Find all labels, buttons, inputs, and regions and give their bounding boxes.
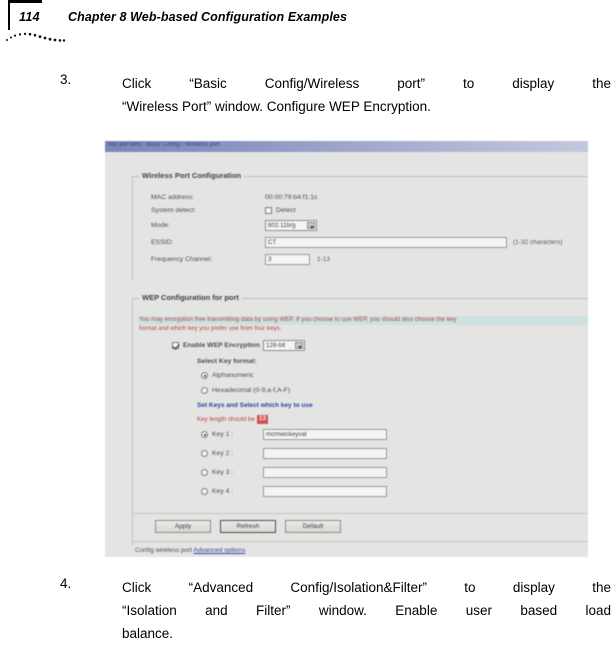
mac-address-label: MAC address: bbox=[151, 194, 195, 201]
chevron-down-icon[interactable] bbox=[307, 222, 315, 229]
step-3-body: Click “Basic Config/Wireless port” to di… bbox=[122, 72, 611, 118]
wep-description-line-1: You may encryption free transmitting dat… bbox=[139, 316, 457, 323]
key-length-note: Key length should be bbox=[197, 416, 255, 423]
system-detect-label: System detect: bbox=[151, 207, 196, 214]
refresh-button[interactable]: Refresh bbox=[220, 520, 276, 533]
step-3-number: 3. bbox=[60, 72, 72, 87]
page-number: 114 bbox=[19, 10, 40, 24]
decorative-dot-arc bbox=[6, 32, 66, 42]
footer-separator bbox=[132, 541, 588, 542]
step-4-line-1: Click “Advanced Config/Isolation&Filter”… bbox=[122, 580, 611, 595]
screenshot-content: Wireless Port Configuration MAC address:… bbox=[105, 152, 588, 557]
header-rule bbox=[8, 0, 42, 3]
breadcrumb-bar: You are here : Basic Config / Wireless p… bbox=[105, 141, 588, 152]
key-2-label: Key 2 : bbox=[212, 450, 234, 457]
select-key-format-label: Select Key format: bbox=[197, 358, 257, 365]
wep-panel-legend: WEP Configuration for port bbox=[139, 293, 242, 302]
essid-label: ESSID: bbox=[151, 239, 174, 246]
step-4-number: 4. bbox=[60, 576, 72, 591]
frequency-channel-label: Frequency Channel: bbox=[151, 256, 213, 263]
key-2-input[interactable] bbox=[263, 448, 387, 459]
default-button[interactable]: Default bbox=[285, 520, 341, 533]
enable-wep-label: Enable WEP Encryption bbox=[183, 342, 260, 349]
essid-input[interactable]: CT bbox=[265, 237, 507, 248]
essid-hint: (1-32 characters) bbox=[513, 239, 563, 246]
mode-select[interactable]: 802.11b/g bbox=[265, 220, 317, 231]
enable-wep-checkbox[interactable] bbox=[172, 342, 179, 349]
frequency-channel-value: 3 bbox=[268, 256, 272, 263]
header-left-bar bbox=[8, 0, 10, 30]
key-2-radio[interactable] bbox=[201, 450, 208, 457]
wep-panel-border-left bbox=[132, 298, 133, 545]
step-3-line-2: “Wireless Port” window. Configure WEP En… bbox=[122, 99, 431, 114]
step-4: 4. Click “Advanced Config/Isolation&Filt… bbox=[60, 576, 611, 645]
wep-strength-select[interactable]: 128-bit bbox=[263, 340, 305, 351]
key-format-alphanumeric-radio[interactable] bbox=[201, 372, 208, 379]
chevron-down-icon[interactable] bbox=[295, 342, 303, 349]
mac-address-value: 00:00:79:b4:f1:1c bbox=[265, 194, 318, 201]
buttons-separator bbox=[132, 513, 588, 514]
breadcrumb: You are here : Basic Config / Wireless p… bbox=[107, 142, 220, 148]
key-1-input[interactable]: mcmwickeyval bbox=[263, 429, 387, 440]
apply-button[interactable]: Apply bbox=[155, 520, 211, 533]
chapter-title: Chapter 8 Web-based Configuration Exampl… bbox=[68, 10, 348, 24]
frequency-channel-input[interactable]: 3 bbox=[265, 254, 310, 265]
key-1-label: Key 1 : bbox=[212, 431, 234, 438]
key-length-value: 13 bbox=[257, 415, 268, 424]
router-web-ui-screenshot: You are here : Basic Config / Wireless p… bbox=[105, 141, 588, 557]
wep-strength-value: 128-bit bbox=[266, 342, 286, 349]
key-3-radio[interactable] bbox=[201, 469, 208, 476]
mode-label: Mode: bbox=[151, 222, 170, 229]
key-4-radio[interactable] bbox=[201, 488, 208, 495]
mode-select-value: 802.11b/g bbox=[268, 222, 296, 229]
step-3-line-1: Click “Basic Config/Wireless port” to di… bbox=[122, 76, 611, 91]
key-format-hexadecimal-radio[interactable] bbox=[201, 387, 208, 394]
key-4-label: Key 4 : bbox=[212, 488, 234, 495]
system-detect-checkbox-label: Detect bbox=[276, 207, 296, 214]
key-1-radio[interactable] bbox=[201, 431, 208, 438]
footer-caption: Config wireless port Advanced options bbox=[135, 547, 245, 554]
advanced-options-link[interactable]: Advanced options bbox=[194, 547, 246, 554]
key-format-hexadecimal-label: Hexadecimal (0-9,a-f,A-F) bbox=[212, 387, 291, 394]
step-3: 3. Click “Basic Config/Wireless port” to… bbox=[60, 72, 611, 118]
step-4-line-3: balance. bbox=[122, 626, 174, 641]
key-3-label: Key 3 : bbox=[212, 469, 234, 476]
footer-text: Config wireless port bbox=[135, 547, 193, 554]
key-1-value: mcmwickeyval bbox=[266, 431, 307, 438]
key-4-input[interactable] bbox=[263, 486, 387, 497]
system-detect-checkbox[interactable] bbox=[265, 207, 272, 214]
wireless-panel-legend: Wireless Port Configuration bbox=[139, 171, 245, 180]
wep-description-line-2: format and which key you prefer use from… bbox=[139, 325, 282, 332]
step-4-line-2: “Isolation and Filter” window. Enable us… bbox=[122, 603, 611, 618]
essid-value: CT bbox=[268, 239, 277, 246]
key-3-input[interactable] bbox=[263, 467, 387, 478]
set-keys-label: Set Keys and Select which key to use bbox=[197, 402, 313, 409]
wireless-panel-border-left bbox=[132, 176, 133, 281]
key-format-alphanumeric-label: Alphanumeric bbox=[212, 372, 254, 379]
page-header: 114 Chapter 8 Web-based Configuration Ex… bbox=[0, 0, 611, 46]
step-4-body: Click “Advanced Config/Isolation&Filter”… bbox=[122, 576, 611, 645]
frequency-channel-hint: 1-13 bbox=[317, 256, 331, 263]
